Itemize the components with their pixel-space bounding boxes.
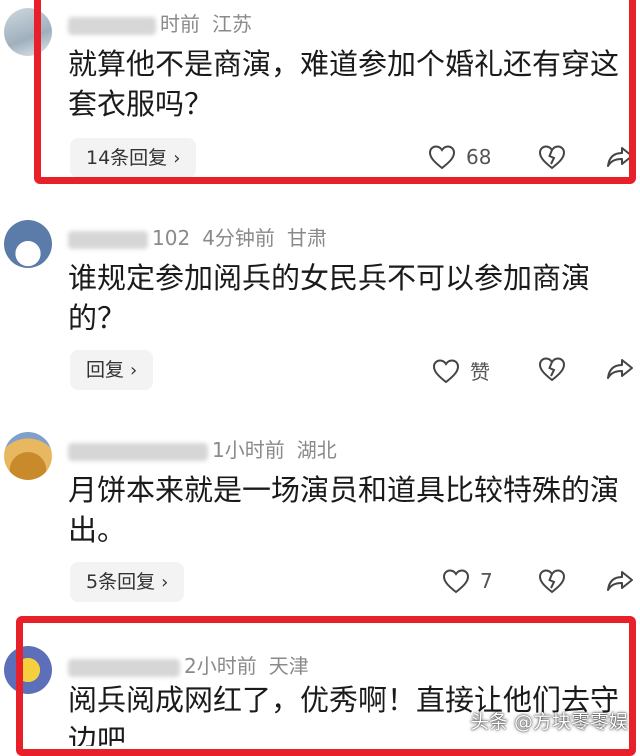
reply-button[interactable]: 14条回复 › <box>70 138 197 178</box>
heart-icon <box>428 145 456 170</box>
like-count: 68 <box>466 145 492 169</box>
share-button[interactable] <box>606 356 634 382</box>
comment-text: 月饼本来就是一场演员和道具比较特殊的演出。 <box>68 473 620 547</box>
share-button[interactable] <box>606 144 634 170</box>
comment-text: 就算他不是商演，难道参加个婚礼还有穿这套衣服吗？ <box>68 47 620 121</box>
reply-button[interactable]: 回复 › <box>70 350 154 390</box>
comment-meta: 时前 江苏 <box>68 8 252 37</box>
reply-label: 14条回复 <box>86 147 168 169</box>
comment-meta: 2小时前 天津 <box>68 650 309 679</box>
broken-heart-icon <box>538 357 566 382</box>
avatar[interactable] <box>4 432 52 480</box>
broken-heart-icon <box>538 569 566 594</box>
heart-icon <box>432 358 460 383</box>
heart-icon <box>442 569 470 594</box>
comment-location: 江苏 <box>212 12 252 36</box>
share-arrow-icon <box>607 147 633 167</box>
avatar[interactable] <box>4 220 52 268</box>
comment-meta: 102 4分钟前 甘肃 <box>68 222 327 251</box>
watermark: 头条 @方块零零娱 <box>469 711 628 733</box>
comment-time: 1小时前 <box>212 438 285 462</box>
comment-meta: 1小时前 湖北 <box>68 434 337 463</box>
comment-text: 谁规定参加阅兵的女民兵不可以参加商演的？ <box>68 261 591 335</box>
comment-time: 4分钟前 <box>202 226 275 250</box>
reply-label: 回复 <box>86 359 125 381</box>
share-arrow-icon <box>607 571 633 591</box>
comment-location: 天津 <box>268 654 309 678</box>
comment-location: 湖北 <box>296 438 337 462</box>
dislike-button[interactable] <box>538 568 566 594</box>
dislike-button[interactable] <box>538 144 566 170</box>
comment-time: 2小时前 <box>184 654 257 678</box>
avatar[interactable] <box>4 8 52 56</box>
reply-label: 5条回复 <box>86 571 156 593</box>
dislike-button[interactable] <box>538 356 566 382</box>
reply-button[interactable]: 5条回复 › <box>70 562 185 602</box>
share-arrow-icon <box>607 359 633 379</box>
like-button[interactable]: 7 <box>442 568 493 594</box>
username-redacted <box>68 442 208 461</box>
comment-location: 甘肃 <box>286 226 327 250</box>
chevron-right-icon: › <box>130 360 138 381</box>
like-button[interactable]: 68 <box>428 144 491 170</box>
comment-username-partial: 102 <box>152 226 191 250</box>
share-button[interactable] <box>606 568 634 594</box>
username-redacted <box>68 230 148 249</box>
comment-time: 时前 <box>160 12 200 36</box>
broken-heart-icon <box>538 145 566 170</box>
like-count: 7 <box>480 569 493 593</box>
avatar[interactable] <box>4 646 52 694</box>
chevron-right-icon: › <box>161 572 169 593</box>
like-label: 赞 <box>470 360 490 384</box>
chevron-right-icon: › <box>173 148 181 169</box>
username-redacted <box>68 658 180 677</box>
like-button[interactable]: 赞 <box>432 356 490 385</box>
username-redacted <box>68 16 156 35</box>
